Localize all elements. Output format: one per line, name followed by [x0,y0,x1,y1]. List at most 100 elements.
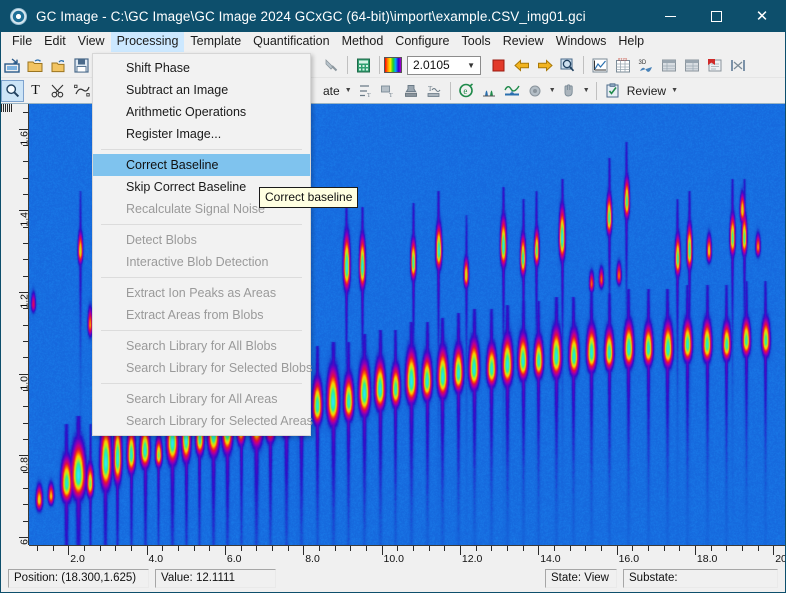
y-tick-minor [23,406,28,407]
text-tool-icon[interactable]: T [24,80,47,102]
svg-text:0123: 0123 [618,58,628,61]
menu-item-correct-baseline[interactable]: Correct Baseline [93,154,310,176]
compound-table-icon[interactable] [680,54,703,76]
zoom-level-combobox[interactable]: 2.0105 ▼ [407,56,481,75]
region-select-icon[interactable] [70,80,93,102]
open-file-icon[interactable] [47,54,70,76]
close-button[interactable]: ✕ [739,1,785,32]
x-tick-minor [115,546,116,551]
3d-surface-icon[interactable]: 3D [634,54,657,76]
menu-item-register-image[interactable]: Register Image... [93,123,310,145]
save-icon[interactable] [70,54,93,76]
stamp-icon[interactable] [400,80,423,102]
open-folder-icon[interactable] [24,54,47,76]
colormap-icon[interactable] [384,57,402,73]
status-value: Value: 12.1111 [155,569,276,588]
status-bar: Position: (18.300,1.625) Value: 12.1111 … [1,564,785,593]
stop-icon[interactable] [487,54,510,76]
menu-item-shift-phase[interactable]: Shift Phase [93,57,310,79]
menu-review[interactable]: Review [497,32,550,52]
tooltip: Correct baseline [259,187,358,208]
zoom-level-value: 2.0105 [413,58,450,72]
y-axis: 1.61.41.21.00.80.6 [13,104,29,545]
apply-template-icon[interactable]: T [354,80,377,102]
zoom-region-icon[interactable] [556,54,579,76]
x-tick-minor [209,546,210,551]
menu-method[interactable]: Method [336,32,390,52]
calculator-icon[interactable] [352,54,375,76]
menu-configure[interactable]: Configure [389,32,455,52]
transform-icon[interactable]: T [423,80,446,102]
x-tick-minor [194,546,195,551]
maximize-button[interactable] [693,1,739,32]
minimize-button[interactable] [647,1,693,32]
forward-arrow-icon[interactable] [533,54,556,76]
menu-item-detect-blobs: Detect Blobs [93,229,310,251]
x-tick-major [695,546,696,555]
menu-item-extract-ion-peaks-as-areas: Extract Ion Peaks as Areas [93,282,310,304]
x-tick-minor [648,546,649,551]
import-image-icon[interactable] [1,54,24,76]
menu-tools[interactable]: Tools [456,32,497,52]
chevron-down-icon[interactable]: ▼ [669,87,680,94]
y-tick-minor [23,423,28,424]
svg-text:T: T [389,93,393,98]
baseline-icon[interactable] [501,80,524,102]
vertical-scrollbar[interactable] [1,104,12,545]
y-tick-minor [23,276,28,277]
x-tick-minor [350,546,351,551]
x-tick-minor [632,546,633,551]
processing-dropdown-menu[interactable]: Shift PhaseSubtract an ImageArithmetic O… [92,53,311,436]
window-controls: ✕ [647,1,785,32]
compare-icon[interactable] [726,54,749,76]
scrollbar-thumb[interactable] [1,104,12,112]
menu-quantification[interactable]: Quantification [247,32,335,52]
x-tick-minor [742,546,743,551]
scissors-icon[interactable] [47,80,70,102]
chromatogram-plot-icon[interactable] [588,54,611,76]
report-icon[interactable] [703,54,726,76]
x-tick-minor [679,546,680,551]
menu-item-search-library-for-all-areas: Search Library for All Areas [93,388,310,410]
paste-icon[interactable] [320,54,343,76]
template-region-icon[interactable]: T [377,80,400,102]
menu-processing[interactable]: Processing [111,32,185,52]
menu-label: Help [618,34,644,48]
chevron-down-icon[interactable]: ▼ [343,87,354,94]
hand-tool-icon[interactable] [558,80,581,102]
menu-file[interactable]: File [6,32,38,52]
x-tick-minor [601,546,602,551]
y-tick-major [19,129,28,130]
zoom-tool-icon[interactable] [1,80,24,102]
menu-edit[interactable]: Edit [38,32,72,52]
y-tick-minor [23,357,28,358]
chevron-down-icon[interactable]: ▼ [581,87,592,94]
peak-pair-icon[interactable] [478,80,501,102]
menu-item-search-library-for-all-blobs: Search Library for All Blobs [93,335,310,357]
menu-separator [101,277,302,278]
chevron-down-icon: ▼ [467,61,475,70]
menu-item-arithmetic-operations[interactable]: Arithmetic Operations [93,101,310,123]
menu-template[interactable]: Template [184,32,247,52]
blob-table-icon[interactable] [657,54,680,76]
back-arrow-icon[interactable] [510,54,533,76]
menu-label: Tools [462,34,491,48]
menu-item-subtract-an-image[interactable]: Subtract an Image [93,79,310,101]
circle-tool-icon[interactable] [524,80,547,102]
menu-item-search-library-for-selected-blobs: Search Library for Selected Blobs [93,357,310,379]
menu-help[interactable]: Help [612,32,650,52]
x-tick-major [382,546,383,555]
menu-bar: FileEditViewProcessingTemplateQuantifica… [1,32,785,53]
review-clipboard-icon[interactable] [601,80,624,102]
numeric-table-icon[interactable]: 0123 [611,54,634,76]
menu-separator [101,224,302,225]
gc-image-window: GC Image - C:\GC Image\GC Image 2024 GCx… [0,0,786,593]
menu-windows[interactable]: Windows [550,32,613,52]
y-tick-minor [23,227,28,228]
spectrum-icon[interactable]: e [455,80,478,102]
menu-view[interactable]: View [72,32,111,52]
x-tick-major [147,546,148,555]
x-tick-minor [84,546,85,551]
chevron-down-icon[interactable]: ▼ [547,87,558,94]
x-tick-minor [256,546,257,551]
